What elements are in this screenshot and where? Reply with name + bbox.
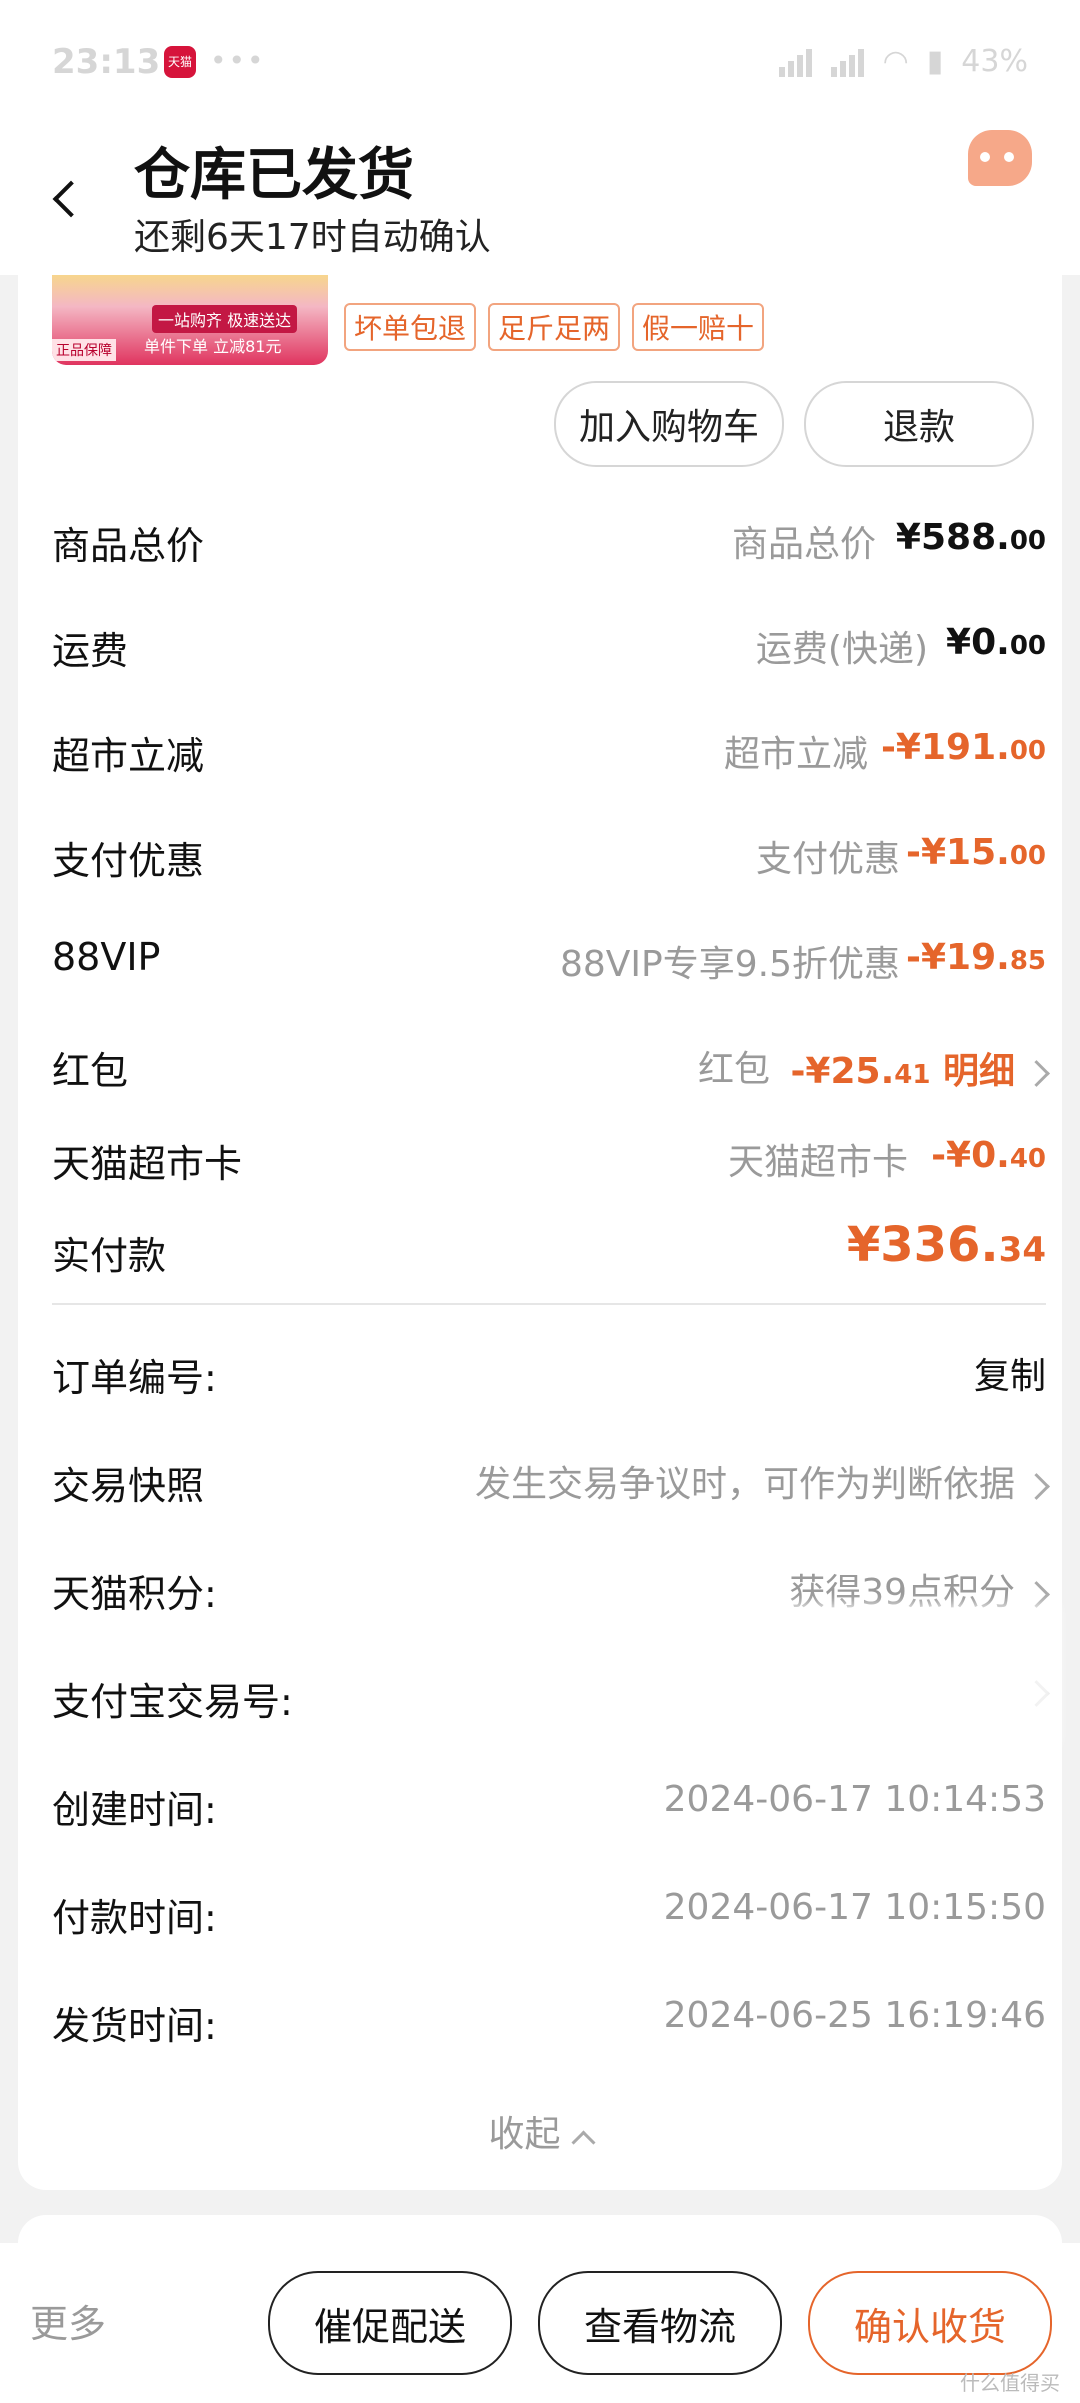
cost-row-payment-discount: 支付优惠 支付优惠 -¥15.00	[52, 832, 1046, 883]
service-tags: 坏单包退 足斤足两 假一赔十	[344, 303, 765, 351]
amount: ¥0.00	[946, 622, 1046, 663]
chevron-up-icon	[570, 2129, 596, 2155]
more-notifications-icon: •••	[210, 44, 266, 77]
redacted-alipay-number	[338, 1605, 1058, 1745]
cost-row-shipping: 运费 运费(快递) ¥0.00	[52, 622, 1046, 673]
collapse-button[interactable]: 收起	[18, 2105, 1062, 2157]
watermark-text: 什么值得买	[960, 2371, 1060, 2395]
signal-icon	[830, 47, 865, 77]
wifi-icon: ◠	[882, 44, 909, 79]
more-button[interactable]: 更多	[30, 2293, 106, 2348]
amount: ¥588.00	[895, 517, 1046, 558]
confirm-receipt-button[interactable]: 确认收货	[808, 2271, 1052, 2375]
divider	[52, 1303, 1046, 1305]
status-indicators: ◠ ▮ 43%	[778, 44, 1028, 79]
battery-icon: ▮	[926, 44, 944, 79]
paid-time-row: 付款时间: 2024-06-17 10:15:50	[52, 1887, 1046, 1940]
service-tag: 假一赔十	[632, 303, 765, 351]
refund-button[interactable]: 退款	[804, 381, 1034, 467]
chevron-right-icon	[1023, 1580, 1050, 1608]
amount: -¥15.00	[906, 832, 1046, 873]
total-paid-row: 实付款 ¥336.34	[52, 1217, 1046, 1285]
status-time: 23:13	[52, 42, 161, 82]
product-thumbnail[interactable]: 一站购齐 极速送达 单件下单 立减81元 正品保障	[52, 275, 328, 365]
shipped-time-row: 发货时间: 2024-06-25 16:19:46	[52, 1995, 1046, 2048]
signal-icon	[778, 47, 813, 77]
bottom-action-bar: 更多 催促配送 查看物流 确认收货 什么值得买	[0, 2243, 1080, 2403]
trade-snapshot-row[interactable]: 交易快照 发生交易争议时，可作为判断依据	[52, 1455, 1050, 1515]
copy-order-number-button[interactable]: 复制	[974, 1347, 1046, 1399]
total-paid-label: 实付款	[52, 1234, 167, 1278]
back-arrow-icon[interactable]	[48, 170, 92, 230]
add-to-cart-button[interactable]: 加入购物车	[554, 381, 784, 467]
created-time-row: 创建时间: 2024-06-17 10:14:53	[52, 1779, 1046, 1832]
urge-delivery-button[interactable]: 催促配送	[268, 2271, 512, 2375]
service-tag: 坏单包退	[344, 303, 477, 351]
cost-row-88vip: 88VIP 88VIP专享9.5折优惠 -¥19.85	[52, 935, 1046, 985]
view-logistics-button[interactable]: 查看物流	[538, 2271, 782, 2375]
service-tag: 足斤足两	[488, 303, 621, 351]
tmall-app-icon: 天猫	[164, 46, 196, 78]
total-paid-amount: ¥336.34	[846, 1217, 1046, 1273]
battery-percent: 43%	[961, 44, 1028, 79]
amount: -¥19.85	[906, 937, 1046, 978]
redacted-order-number	[378, 1335, 938, 1415]
amount: -¥0.40	[931, 1135, 1046, 1176]
page-header: 仓库已发货 还剩6天17时自动确认	[0, 130, 1080, 275]
thumb-guarantee-badge: 正品保障	[52, 339, 116, 361]
page-title: 仓库已发货	[134, 143, 414, 208]
thumb-promo-text: 一站购齐 极速送达	[152, 305, 298, 333]
amount: -¥25.41 明细	[790, 1042, 1050, 1094]
status-bar: 23:13 天猫 ••• ◠ ▮ 43%	[0, 0, 1080, 130]
chevron-right-icon	[1023, 1059, 1050, 1087]
order-detail-card: 一站购齐 极速送达 单件下单 立减81元 正品保障 坏单包退 足斤足两 假一赔十…	[18, 275, 1062, 2190]
thumb-discount-text: 单件下单 立减81元	[144, 337, 282, 356]
cost-row-red-packet[interactable]: 红包 红包 -¥25.41 明细	[52, 1040, 1050, 1100]
cost-row-supermarket-card: 天猫超市卡 天猫超市卡 -¥0.40	[52, 1135, 1046, 1186]
auto-confirm-countdown: 还剩6天17时自动确认	[134, 217, 491, 258]
cost-row-subtotal: 商品总价 商品总价 ¥588.00	[52, 517, 1046, 568]
chevron-right-icon	[1023, 1472, 1050, 1500]
amount: -¥191.00	[880, 727, 1046, 768]
detail-link[interactable]: 明细	[943, 1051, 1015, 1092]
cost-row-supermarket-discount: 超市立减 超市立减 -¥191.00	[52, 727, 1046, 778]
chat-icon[interactable]	[968, 130, 1032, 186]
